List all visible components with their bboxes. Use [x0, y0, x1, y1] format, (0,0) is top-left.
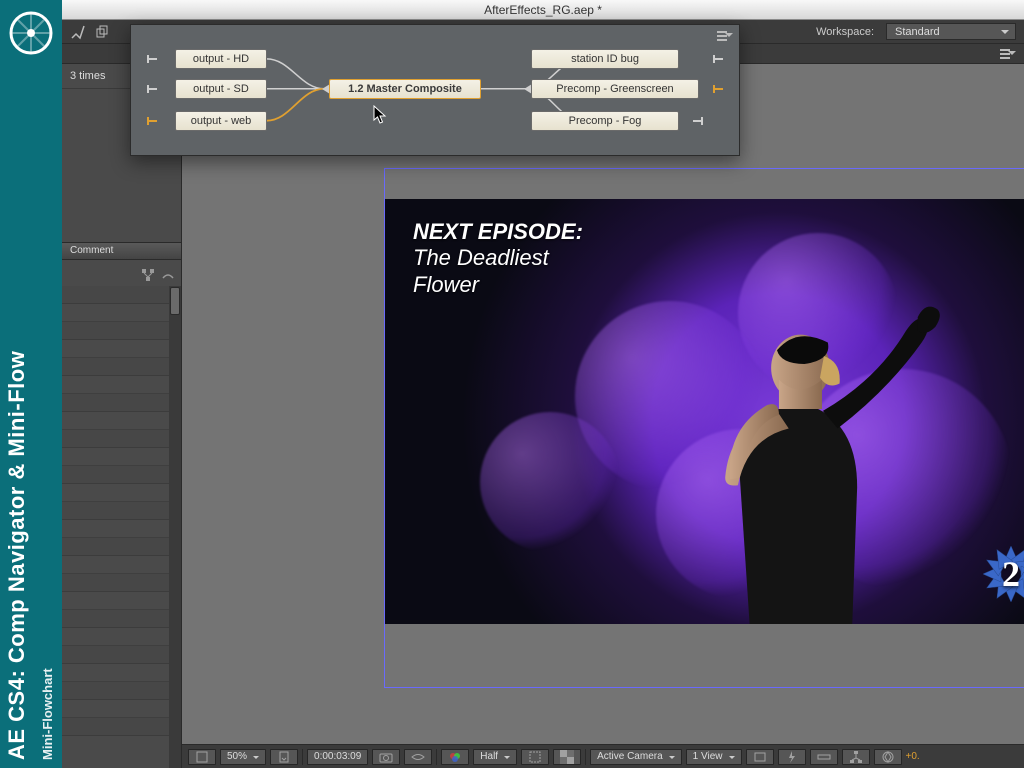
- reset-exposure-button[interactable]: [874, 749, 902, 765]
- mouse-cursor-icon: [373, 105, 387, 125]
- promo-text: NEXT EPISODE: The Deadliest Flower: [413, 219, 583, 298]
- left-panel: 3 times Comment: [62, 64, 182, 768]
- terminal-icon: [713, 53, 725, 65]
- aperture-icon: [881, 750, 895, 764]
- snapshot-button[interactable]: [372, 749, 400, 765]
- channel-display-button[interactable]: [441, 749, 469, 765]
- promo-line3: Flower: [413, 272, 583, 298]
- brand-logo-icon: [8, 10, 54, 56]
- node-precomp-fog[interactable]: Precomp - Fog: [531, 111, 679, 131]
- channel-number: 2: [979, 542, 1024, 606]
- terminal-icon: [691, 115, 703, 127]
- layer-rows[interactable]: [62, 286, 181, 768]
- tutorial-brand-sidebar: 7.2 AE CS4: Comp Navigator & Mini-Flow M…: [0, 0, 62, 768]
- node-master-composite[interactable]: 1.2 Master Composite: [329, 79, 481, 99]
- zoom-dropdown[interactable]: 50%: [220, 749, 266, 765]
- node-output-web[interactable]: output - web: [175, 111, 267, 131]
- checker-icon: [560, 750, 574, 764]
- tutorial-subtitle: Mini-Flowchart: [40, 668, 55, 760]
- node-output-sd[interactable]: output - SD: [175, 79, 267, 99]
- exposure-value[interactable]: +0.: [906, 751, 920, 762]
- transparency-grid-button[interactable]: [553, 749, 581, 765]
- comment-column-header[interactable]: Comment: [62, 242, 181, 260]
- rendered-frame: NEXT EPISODE: The Deadliest Flower: [385, 199, 1024, 624]
- brush-tool-icon[interactable]: [70, 24, 86, 40]
- workspace-label: Workspace:: [816, 26, 874, 38]
- show-snapshot-button[interactable]: [404, 749, 432, 765]
- terminal-icon: [713, 83, 725, 95]
- actor-silhouette: [629, 233, 968, 624]
- camera-dropdown[interactable]: Active Camera: [590, 749, 682, 765]
- eye-icon: [411, 750, 425, 764]
- timecode-display[interactable]: 0:00:03:09: [307, 749, 368, 765]
- workspace-dropdown[interactable]: Standard: [886, 23, 1016, 40]
- panel-menu-icon[interactable]: [1000, 47, 1016, 61]
- window-title: AfterEffects_RG.aep *: [484, 3, 602, 17]
- clone-tool-icon[interactable]: [94, 24, 110, 40]
- tutorial-title: AE CS4: Comp Navigator & Mini-Flow: [4, 351, 30, 760]
- window-titlebar[interactable]: AfterEffects_RG.aep *: [62, 0, 1024, 20]
- scrollbar[interactable]: [169, 286, 181, 768]
- terminal-icon: [147, 53, 159, 65]
- lightning-icon: [785, 750, 799, 764]
- flowchart-icon[interactable]: [141, 268, 155, 282]
- promo-line2: The Deadliest: [413, 245, 583, 271]
- resolution-dropdown[interactable]: Half: [473, 749, 517, 765]
- timeline-button[interactable]: [810, 749, 838, 765]
- roi-button[interactable]: [521, 749, 549, 765]
- viewer-footer: 50% 0:00:03:09 Half Active Camera 1 View…: [182, 744, 1024, 768]
- fast-previews-button[interactable]: [778, 749, 806, 765]
- camera-icon: [379, 750, 393, 764]
- node-precomp-greenscreen[interactable]: Precomp - Greenscreen: [531, 79, 699, 99]
- terminal-icon: [147, 115, 159, 127]
- node-output-hd[interactable]: output - HD: [175, 49, 267, 69]
- promo-line1: NEXT EPISODE:: [413, 219, 583, 245]
- rgb-icon: [448, 750, 462, 764]
- terminal-icon: [147, 83, 159, 95]
- views-dropdown[interactable]: 1 View: [686, 749, 742, 765]
- mini-flowchart-panel[interactable]: output - HD output - SD output - web 1.2…: [130, 24, 740, 156]
- always-preview-toggle[interactable]: [188, 749, 216, 765]
- shy-icon[interactable]: [161, 268, 175, 282]
- station-id-bug: 2: [979, 542, 1024, 606]
- flow-panel-menu-icon[interactable]: [717, 29, 733, 43]
- comp-bounds-guide: NEXT EPISODE: The Deadliest Flower: [384, 168, 1024, 688]
- comp-flowchart-button[interactable]: [842, 749, 870, 765]
- node-station-id-bug[interactable]: station ID bug: [531, 49, 679, 69]
- pixel-aspect-button[interactable]: [746, 749, 774, 765]
- composition-viewer[interactable]: NEXT EPISODE: The Deadliest Flower: [182, 64, 1024, 744]
- page-down-button[interactable]: [270, 749, 298, 765]
